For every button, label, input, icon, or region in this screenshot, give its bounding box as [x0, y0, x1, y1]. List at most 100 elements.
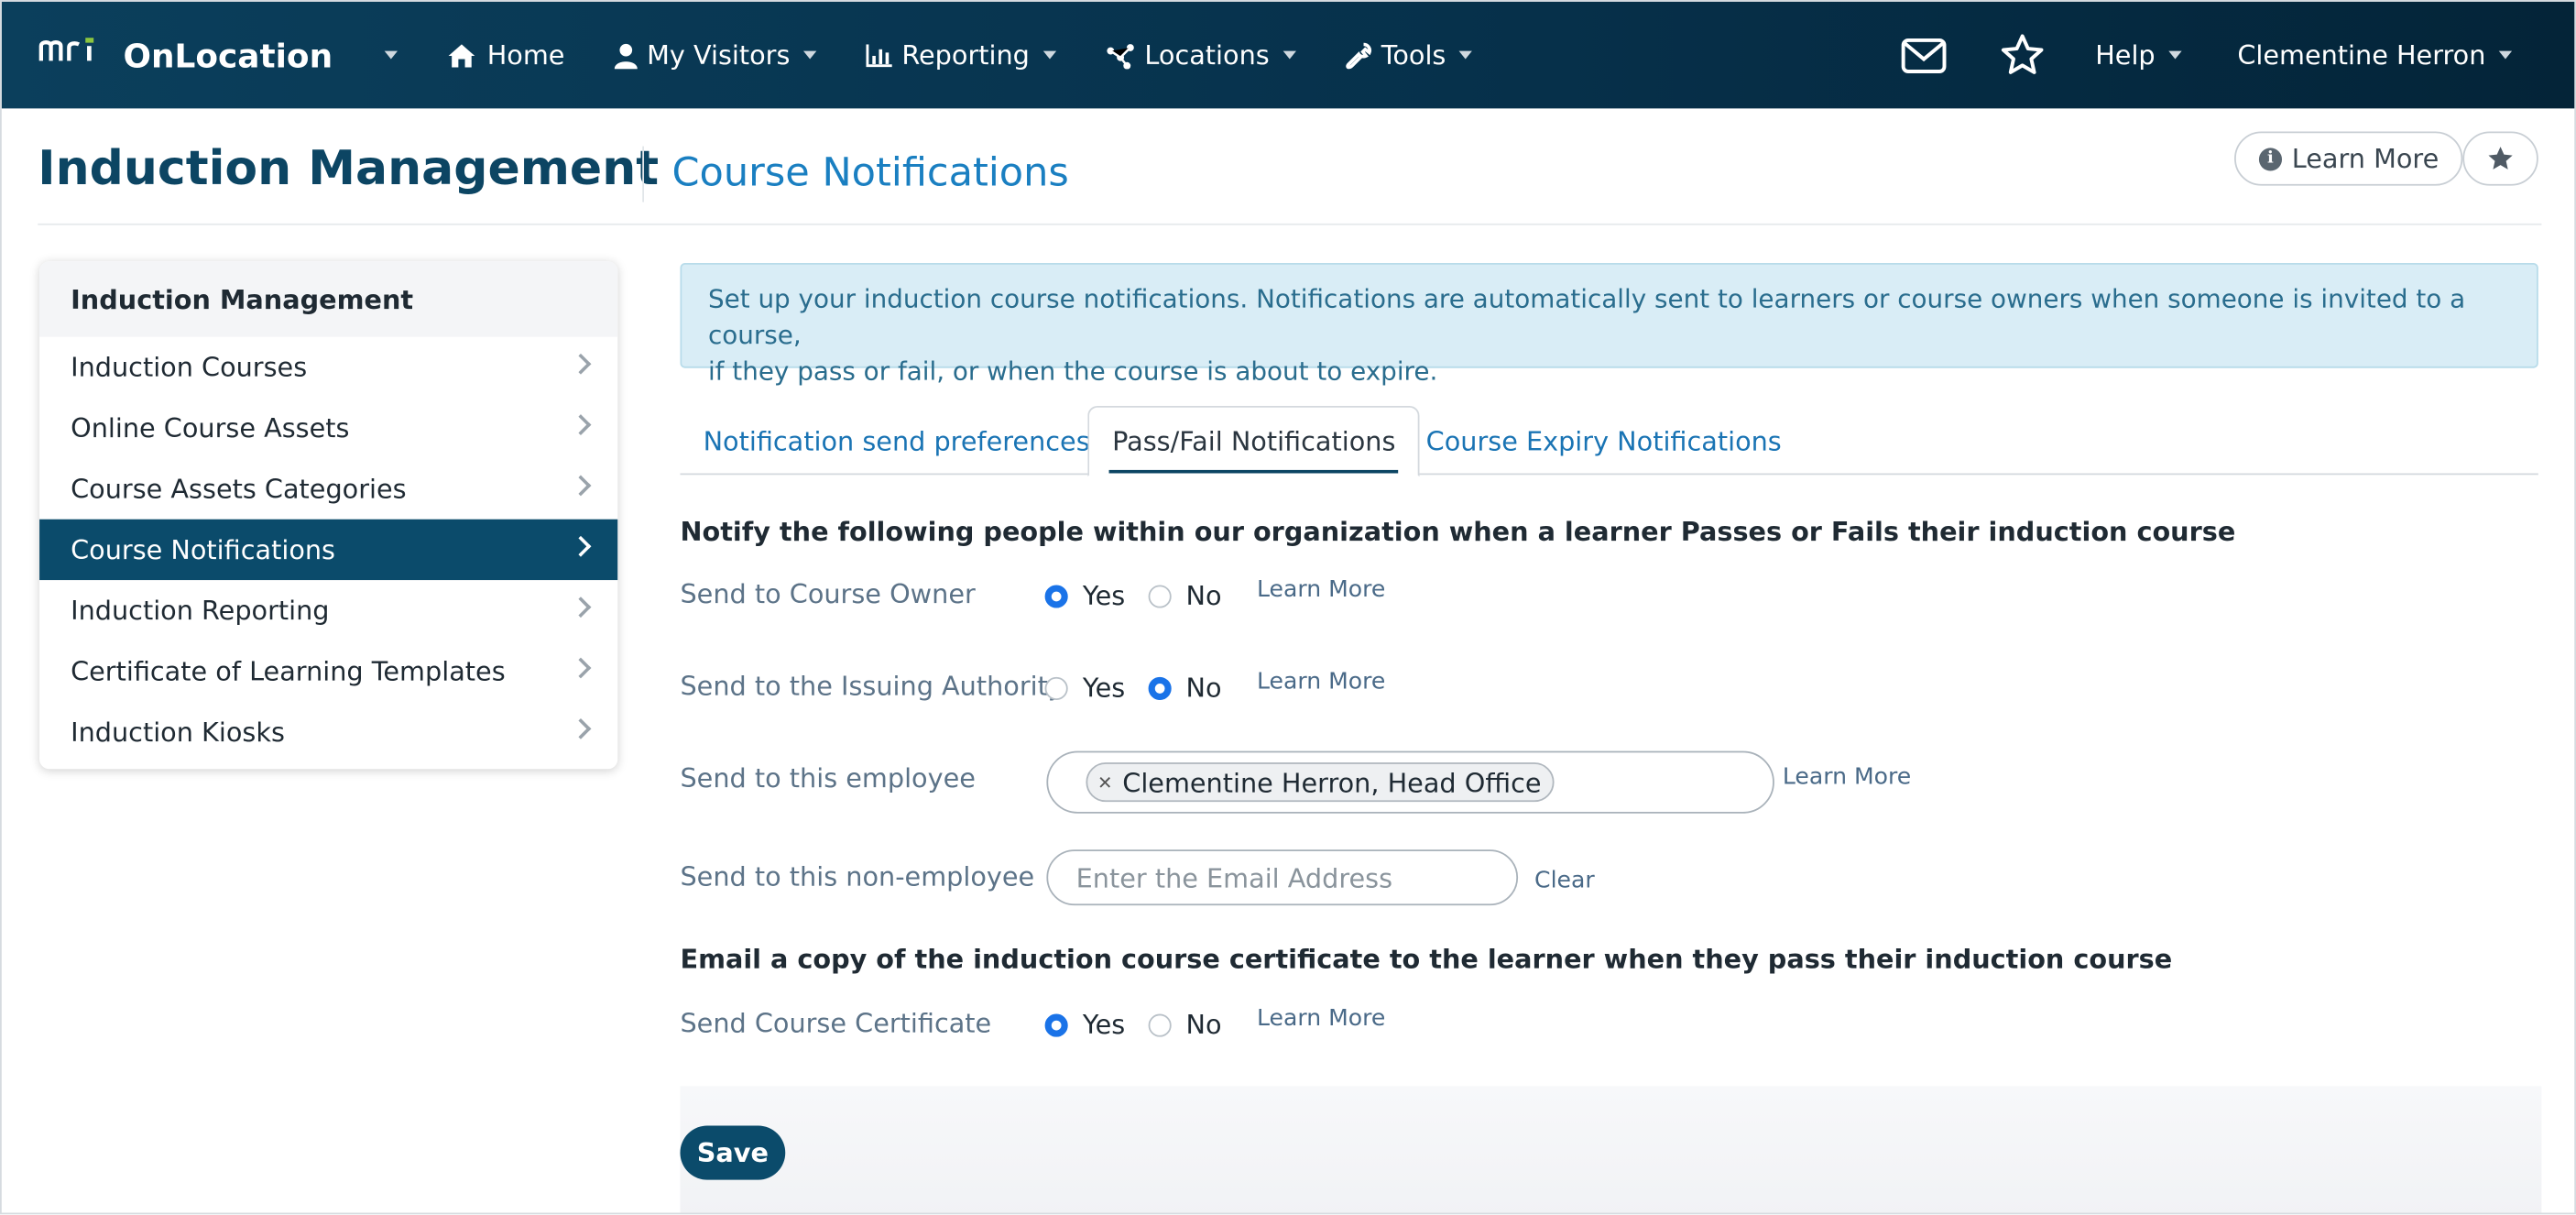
user-icon	[614, 42, 638, 69]
radio-label: No	[1185, 1009, 1222, 1041]
tab-pass-fail-notifications[interactable]: Pass/Fail Notifications	[1087, 405, 1421, 477]
issuing-authority-no-radio[interactable]	[1148, 675, 1172, 700]
nav-home[interactable]: Home	[448, 39, 565, 71]
course-owner-label: Send to Course Owner	[680, 578, 976, 610]
issuing-authority-learn-more-link[interactable]: Learn More	[1257, 669, 1385, 695]
sidebar-item-induction-courses[interactable]: Induction Courses	[39, 337, 617, 398]
section-heading-certificate: Email a copy of the induction course cer…	[680, 943, 2173, 975]
employee-learn-more-link[interactable]: Learn More	[1783, 764, 1911, 791]
chevron-right-icon	[570, 717, 592, 739]
brand[interactable]: OnLocation	[38, 32, 398, 78]
course-owner-yes-radio[interactable]	[1044, 584, 1068, 608]
certificate-yes-radio[interactable]	[1044, 1012, 1068, 1036]
sidebar-item-certificate-templates[interactable]: Certificate of Learning Templates	[39, 640, 617, 701]
employee-tag-input[interactable]: ✕ Clementine Herron, Head Office	[1046, 750, 1774, 814]
course-owner-learn-more-link[interactable]: Learn More	[1257, 576, 1385, 603]
envelope-icon	[1902, 38, 1948, 73]
tab-notification-send-preferences[interactable]: Notification send preferences	[704, 406, 1090, 475]
employee-tag: ✕ Clementine Herron, Head Office	[1086, 762, 1555, 803]
form-footer	[680, 1086, 2542, 1213]
page-header: Induction Management Course Notification…	[38, 110, 2542, 225]
user-menu[interactable]: Clementine Herron	[2237, 39, 2513, 71]
star-outline-icon	[2002, 34, 2045, 74]
chevron-right-icon	[570, 657, 592, 679]
chevron-right-icon	[570, 597, 592, 618]
header-divider	[642, 146, 645, 202]
star-icon	[2488, 147, 2513, 170]
sidebar: Induction Management Induction Courses O…	[39, 261, 618, 770]
sidebar-item-induction-reporting[interactable]: Induction Reporting	[39, 580, 617, 640]
employee-label: Send to this employee	[680, 762, 976, 794]
favorites-button[interactable]	[1990, 22, 2056, 88]
sidebar-item-label: Induction Courses	[71, 351, 308, 383]
sidebar-item-online-course-assets[interactable]: Online Course Assets	[39, 398, 617, 458]
nav-my-visitors-label: My Visitors	[647, 39, 791, 71]
tab-label: Course Expiry Notifications	[1425, 424, 1782, 456]
app-window: OnLocation Home My Visitors Reporting Lo…	[0, 0, 2576, 1215]
chevron-down-icon	[1042, 50, 1056, 60]
chevron-down-icon[interactable]	[385, 50, 398, 60]
chevron-down-icon	[2168, 50, 2182, 60]
chevron-right-icon	[570, 353, 592, 375]
radio-label: No	[1185, 580, 1222, 612]
nav-tools[interactable]: Tools	[1345, 39, 1473, 71]
radio-label: No	[1185, 672, 1222, 704]
sidebar-heading: Induction Management	[39, 261, 618, 337]
sidebar-item-course-notifications[interactable]: Course Notifications	[39, 519, 618, 581]
remove-tag-icon[interactable]: ✕	[1097, 772, 1113, 793]
chevron-down-icon	[1283, 50, 1296, 60]
user-name: Clementine Herron	[2237, 39, 2486, 71]
wrench-icon	[1345, 41, 1371, 69]
certificate-label: Send Course Certificate	[680, 1007, 992, 1039]
sidebar-item-induction-kiosks[interactable]: Induction Kiosks	[39, 702, 617, 762]
section-heading-pass-fail: Notify the following people within our o…	[680, 516, 2236, 548]
employee-tag-label: Clementine Herron, Head Office	[1122, 766, 1542, 798]
nav-reporting[interactable]: Reporting	[866, 39, 1056, 71]
certificate-learn-more-link[interactable]: Learn More	[1257, 1006, 1385, 1033]
sidebar-item-course-assets-categories[interactable]: Course Assets Categories	[39, 458, 617, 519]
course-owner-radio-group: Yes No	[1044, 580, 1245, 612]
sidebar-item-label: Induction Reporting	[71, 595, 330, 627]
nav-reporting-label: Reporting	[901, 39, 1030, 71]
mri-logo-mark	[38, 37, 94, 60]
favorite-page-button[interactable]	[2462, 131, 2538, 186]
tab-course-expiry-notifications[interactable]: Course Expiry Notifications	[1426, 406, 1782, 475]
nav-locations-label: Locations	[1144, 39, 1270, 71]
chevron-down-icon	[2498, 50, 2513, 60]
radio-label: Yes	[1082, 580, 1126, 612]
certificate-no-radio[interactable]	[1148, 1012, 1172, 1036]
issuing-authority-label: Send to the Issuing Authority	[680, 670, 1064, 702]
save-button[interactable]: Save	[680, 1125, 786, 1180]
top-navbar: OnLocation Home My Visitors Reporting Lo…	[1, 1, 2575, 109]
tab-label: Notification send preferences	[703, 424, 1090, 456]
mri-logo	[38, 32, 106, 78]
help-menu[interactable]: Help	[2095, 39, 2182, 71]
sidebar-item-label: Course Assets Categories	[71, 473, 407, 505]
network-icon	[1105, 42, 1134, 69]
nav-tools-label: Tools	[1381, 39, 1446, 71]
non-employee-email-input[interactable]	[1046, 849, 1519, 906]
nav-my-visitors[interactable]: My Visitors	[614, 39, 817, 71]
chevron-right-icon	[570, 475, 592, 497]
chevron-down-icon	[1458, 50, 1473, 60]
nav-home-label: Home	[486, 39, 565, 71]
radio-label: Yes	[1082, 1009, 1126, 1041]
page-title: Induction Management	[38, 139, 660, 196]
learn-more-label: Learn More	[2291, 143, 2440, 175]
page-subtitle: Course Notifications	[671, 149, 1069, 196]
nav-locations[interactable]: Locations	[1105, 39, 1296, 71]
info-alert: Set up your induction course notificatio…	[680, 262, 2538, 386]
messages-button[interactable]	[1892, 22, 1958, 88]
certificate-radio-group: Yes No	[1044, 1009, 1245, 1041]
sidebar-item-label: Certificate of Learning Templates	[71, 655, 506, 687]
course-owner-no-radio[interactable]	[1148, 584, 1172, 608]
alert-line-2: if they pass or fail, or when the course…	[707, 356, 1438, 387]
tab-label: Pass/Fail Notifications	[1112, 425, 1396, 457]
clear-link[interactable]: Clear	[1534, 868, 1595, 894]
active-tab-indicator	[1108, 469, 1399, 474]
sidebar-item-label: Course Notifications	[71, 533, 336, 565]
notification-tabs: Notification send preferences Pass/Fail …	[680, 405, 2538, 477]
learn-more-button[interactable]: i Learn More	[2234, 131, 2464, 186]
issuing-authority-yes-radio[interactable]	[1044, 675, 1068, 700]
bar-chart-icon	[866, 43, 892, 67]
